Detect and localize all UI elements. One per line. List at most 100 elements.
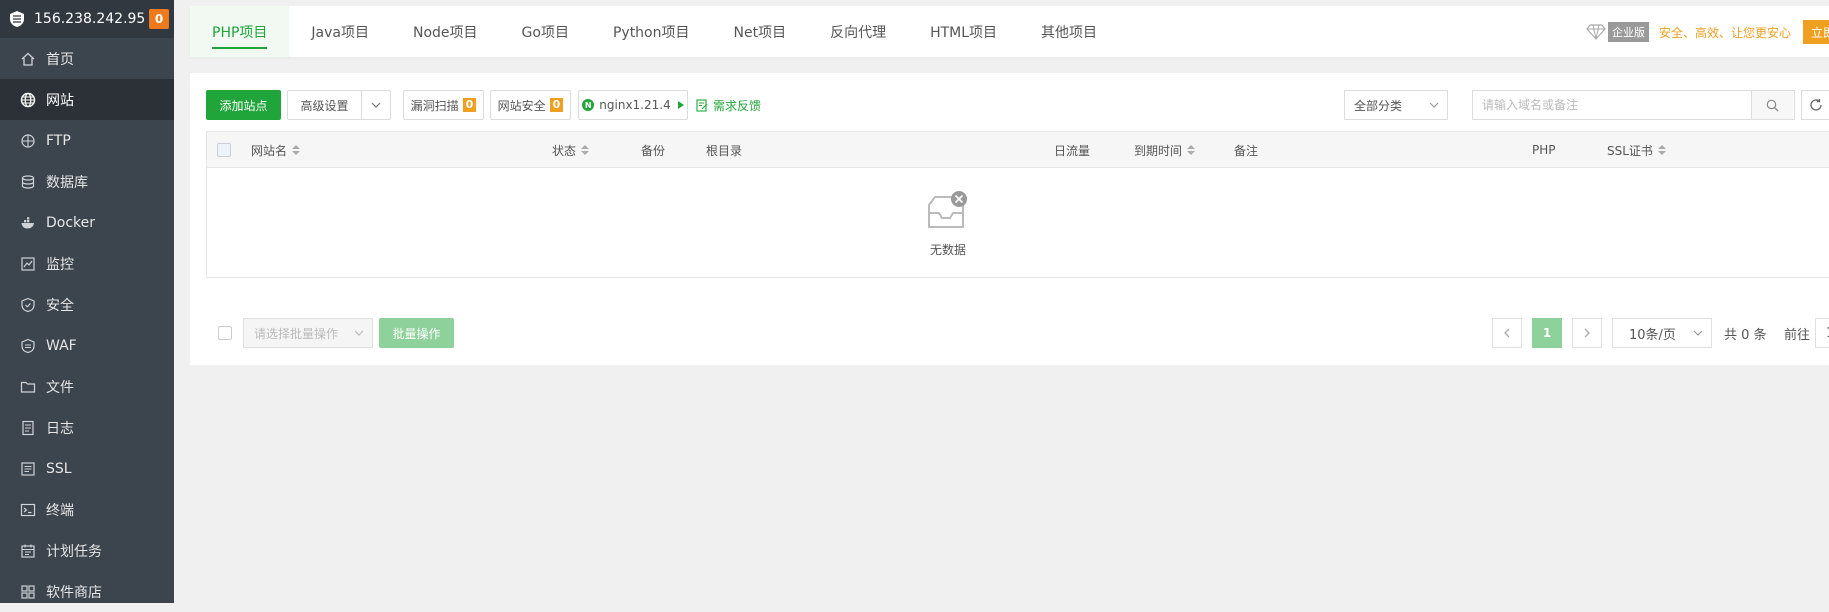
tab-html[interactable]: HTML项目 [908, 6, 1019, 57]
server-shield-icon [10, 11, 24, 27]
feedback-link[interactable]: 需求反馈 [696, 90, 761, 120]
sidebar-item-label: 安全 [46, 297, 74, 314]
tab-reverse-proxy[interactable]: 反向代理 [808, 6, 908, 57]
site-table: 网站名 状态 备份 根目录 日流量 到期时间 备注 PHP SSL证书 无数据 [206, 131, 1829, 278]
col-backup: 备份 [641, 143, 666, 158]
chevron-down-icon [1429, 102, 1439, 108]
empty-box-icon [928, 191, 967, 228]
server-header[interactable]: 156.238.242.95 0 [0, 0, 174, 38]
search-icon [1766, 99, 1779, 111]
sidebar-item-cron[interactable]: 计划任务 [0, 530, 174, 571]
col-ssl[interactable]: SSL证书 [1607, 132, 1666, 168]
page-number-current[interactable]: 1 [1532, 318, 1562, 348]
sidebar-item-logs[interactable]: 日志 [0, 407, 174, 448]
tab-node[interactable]: Node项目 [391, 6, 500, 57]
next-page-button[interactable] [1572, 318, 1602, 348]
vuln-scan-button[interactable]: 漏洞扫描 0 [403, 90, 484, 120]
sidebar-item-app-store[interactable]: 软件商店 [0, 571, 174, 612]
sidebar-nav: 首页 网站 FTP 数据库 Docker 监控 安全 WAF 文件 日志 SSL… [0, 38, 174, 612]
add-site-button[interactable]: 添加站点 [206, 90, 281, 120]
tab-other[interactable]: 其他项目 [1019, 6, 1119, 57]
bulk-select-checkbox[interactable] [218, 326, 232, 340]
category-value: 全部分类 [1354, 98, 1403, 113]
sidebar-item-terminal[interactable]: 终端 [0, 489, 174, 530]
play-icon [677, 101, 684, 109]
prev-page-button[interactable] [1492, 318, 1522, 348]
col-remark: 备注 [1234, 143, 1259, 158]
project-tabs: PHP项目 Java项目 Node项目 Go项目 Python项目 Net项目 … [190, 6, 1829, 57]
sidebar-item-website[interactable]: 网站 [0, 79, 174, 120]
sidebar-item-label: FTP [46, 132, 71, 149]
edit-note-icon [696, 98, 708, 112]
advanced-settings-dropdown[interactable] [361, 90, 391, 120]
col-label: 状态 [552, 143, 577, 158]
search-input[interactable] [1473, 91, 1751, 119]
sidebar-item-ftp[interactable]: FTP [0, 120, 174, 161]
sidebar-item-ssl[interactable]: SSL [0, 448, 174, 489]
tab-php[interactable]: PHP项目 [190, 6, 290, 57]
enterprise-slogan: 安全、高效、让您更安心 [1658, 25, 1791, 40]
database-icon [20, 174, 36, 190]
bulk-action-placeholder: 请选择批量操作 [254, 326, 339, 341]
goto-page-input[interactable]: 1 [1815, 318, 1829, 348]
nginx-logo-icon: N [582, 99, 595, 111]
bulk-action-select[interactable]: 请选择批量操作 [243, 318, 373, 348]
sort-icon [581, 145, 590, 155]
col-label: SSL证书 [1607, 143, 1653, 158]
col-php: PHP [1532, 143, 1556, 157]
refresh-button[interactable] [1801, 90, 1829, 120]
chevron-down-icon [354, 330, 364, 336]
bulk-action-button[interactable]: 批量操作 [379, 318, 454, 348]
sidebar-item-label: Docker [46, 214, 96, 231]
goto-label: 前往 [1784, 327, 1811, 343]
calendar-icon [20, 543, 36, 559]
site-security-count: 0 [549, 98, 564, 112]
category-select[interactable]: 全部分类 [1344, 90, 1448, 120]
site-security-button[interactable]: 网站安全 0 [490, 90, 571, 120]
server-badge[interactable]: 0 [149, 9, 169, 29]
advanced-settings-button[interactable]: 高级设置 [287, 90, 361, 120]
tab-go[interactable]: Go项目 [500, 6, 591, 57]
table-header: 网站名 状态 备份 根目录 日流量 到期时间 备注 PHP SSL证书 [207, 132, 1829, 168]
sidebar-item-label: WAF [46, 337, 77, 354]
col-site-name[interactable]: 网站名 [251, 132, 301, 168]
sidebar-item-label: 数据库 [46, 174, 88, 191]
nginx-version: nginx1.21.4 [599, 98, 671, 112]
tab-python[interactable]: Python项目 [591, 6, 712, 57]
select-all-checkbox[interactable] [217, 132, 231, 168]
diamond-icon [1586, 24, 1606, 40]
col-expire[interactable]: 到期时间 [1134, 132, 1196, 168]
sidebar-item-label: 日志 [46, 420, 74, 437]
sidebar-item-home[interactable]: 首页 [0, 38, 174, 79]
monitor-icon [20, 256, 36, 272]
shield-icon [20, 297, 36, 313]
col-status[interactable]: 状态 [552, 132, 590, 168]
sidebar-item-label: 软件商店 [46, 584, 102, 601]
sidebar-item-waf[interactable]: WAF [0, 325, 174, 366]
waf-shield-icon [20, 338, 36, 354]
server-ip: 156.238.242.95 [34, 11, 146, 27]
tab-java[interactable]: Java项目 [289, 6, 391, 57]
sort-icon [1187, 145, 1196, 155]
nginx-button[interactable]: N nginx1.21.4 [578, 90, 688, 120]
chevron-down-icon [1693, 330, 1703, 336]
sidebar-item-monitor[interactable]: 监控 [0, 243, 174, 284]
chevron-left-icon [1504, 328, 1510, 338]
search-button[interactable] [1751, 91, 1793, 119]
page-size-select[interactable]: 10条/页 [1612, 318, 1712, 348]
sidebar-item-docker[interactable]: Docker [0, 202, 174, 243]
tab-net[interactable]: Net项目 [712, 6, 809, 57]
upgrade-button[interactable]: 立即 [1803, 20, 1829, 44]
chevron-down-icon [371, 102, 381, 108]
sidebar-item-files[interactable]: 文件 [0, 366, 174, 407]
sort-icon [292, 145, 301, 155]
toolbar: 添加站点 高级设置 漏洞扫描 0 网站安全 0 N nginx1.21.4 需求… [206, 90, 1829, 120]
enterprise-label: 企业版 [1607, 22, 1649, 42]
ssl-icon [20, 461, 36, 477]
empty-state: 无数据 [207, 169, 1689, 277]
sidebar-item-database[interactable]: 数据库 [0, 161, 174, 202]
checkbox-icon [217, 143, 231, 157]
sidebar-item-security[interactable]: 安全 [0, 284, 174, 325]
folder-icon [20, 379, 36, 395]
log-icon [20, 420, 36, 436]
